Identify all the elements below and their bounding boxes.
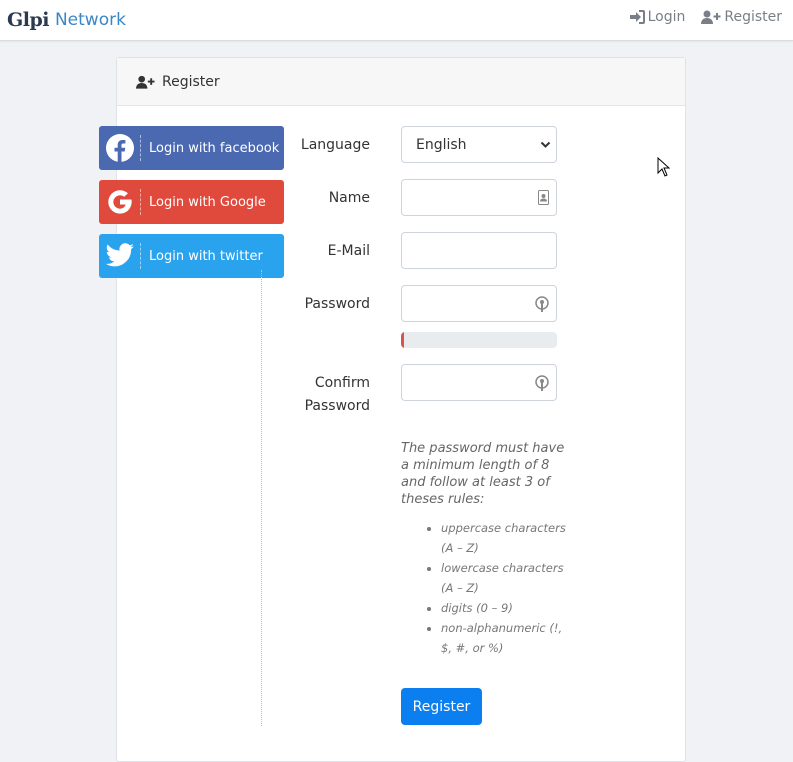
mouse-cursor-icon: [657, 157, 671, 177]
password-rules: The password must have a minimum length …: [401, 440, 566, 658]
google-login-button[interactable]: Login with Google: [99, 180, 284, 224]
nav-login-label: Login: [647, 9, 686, 25]
twitter-icon: [99, 234, 141, 278]
facebook-icon: [99, 126, 141, 170]
nav-login-link[interactable]: Login: [629, 9, 686, 25]
confirm-password-label-line2: Password: [304, 398, 370, 414]
password-rule-item: non-alphanumeric (!, $, #, or %): [441, 618, 566, 658]
language-select[interactable]: English: [401, 126, 557, 163]
password-strength-fill: [401, 332, 405, 348]
password-rule-item: digits (0 – 9): [441, 598, 566, 618]
language-label: Language: [300, 137, 370, 153]
user-plus-icon: [701, 10, 721, 24]
facebook-login-button[interactable]: Login with facebook: [99, 126, 284, 170]
password-rules-list: uppercase characters (A – Z) lowercase c…: [401, 518, 566, 658]
card-title: Register: [162, 73, 220, 90]
contact-card-icon: [538, 190, 549, 205]
name-label: Name: [328, 190, 370, 206]
brand[interactable]: Glpi Network: [7, 6, 126, 34]
password-rules-intro: The password must have a minimum length …: [401, 441, 565, 507]
password-manager-icon: [535, 296, 549, 312]
glpi-logo: Glpi: [7, 9, 49, 31]
register-submit-button[interactable]: Register: [401, 688, 482, 725]
twitter-login-label: Login with twitter: [149, 248, 263, 264]
password-rule-item: uppercase characters (A – Z): [441, 518, 566, 558]
password-strength-bar: [401, 332, 557, 348]
nav-register-link[interactable]: Register: [701, 9, 782, 25]
password-label: Password: [304, 296, 370, 312]
password-rule-item: lowercase characters (A – Z): [441, 558, 566, 598]
brand-name: Network: [54, 10, 126, 30]
vertical-divider: [261, 270, 262, 726]
confirm-password-label-line1: Confirm: [314, 375, 370, 391]
twitter-login-button[interactable]: Login with twitter: [99, 234, 284, 278]
nav-links: Login Register: [629, 9, 782, 25]
card-header: Register: [117, 58, 685, 106]
name-field[interactable]: [401, 179, 557, 216]
top-navbar: Glpi Network Login Register: [0, 0, 793, 41]
google-login-label: Login with Google: [149, 194, 266, 210]
email-label: E-Mail: [327, 243, 370, 259]
google-icon: [99, 180, 141, 224]
password-manager-icon: [535, 375, 549, 391]
social-login-group: Login with facebook Login with Google Lo…: [99, 126, 284, 288]
nav-register-label: Register: [724, 9, 782, 25]
password-field[interactable]: [401, 285, 557, 322]
user-plus-icon: [136, 75, 155, 89]
confirm-password-field[interactable]: [401, 364, 557, 401]
email-field[interactable]: [401, 232, 557, 269]
sign-in-icon: [629, 10, 645, 24]
